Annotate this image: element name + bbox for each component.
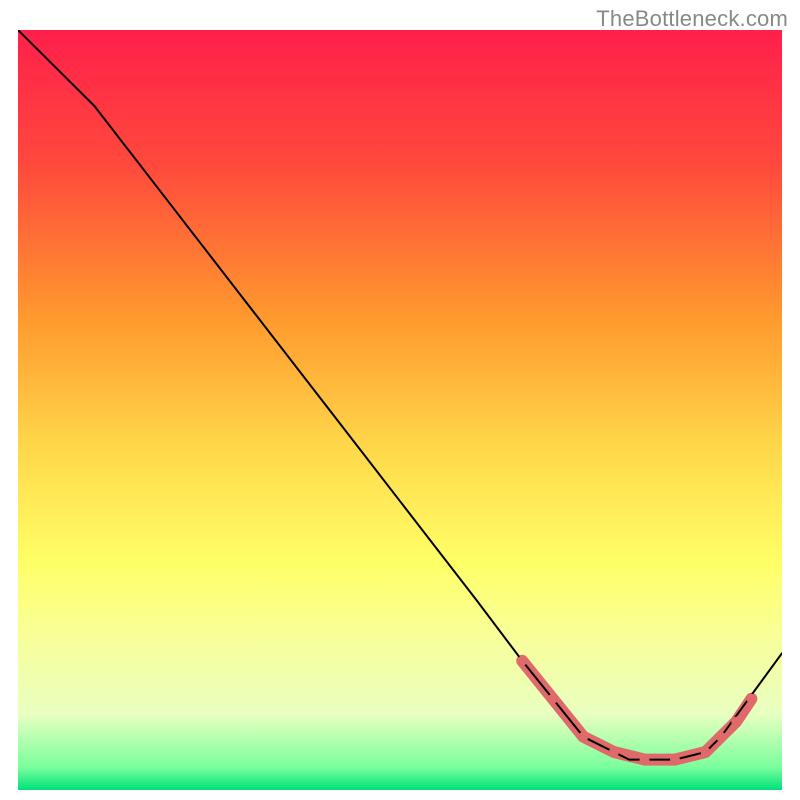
marker-dot <box>716 732 726 742</box>
marker-dot <box>548 694 558 704</box>
chart-frame: TheBottleneck.com <box>0 0 800 800</box>
marker-dot <box>640 755 650 765</box>
bottleneck-chart <box>18 30 782 790</box>
marker-dot <box>731 717 741 727</box>
marker-dot <box>517 656 527 666</box>
marker-dot <box>670 755 680 765</box>
marker-dot <box>609 747 619 757</box>
marker-dot <box>701 747 711 757</box>
chart-background <box>18 30 782 790</box>
marker-dot <box>746 694 756 704</box>
watermark-text: TheBottleneck.com <box>596 6 788 32</box>
marker-dot <box>578 732 588 742</box>
